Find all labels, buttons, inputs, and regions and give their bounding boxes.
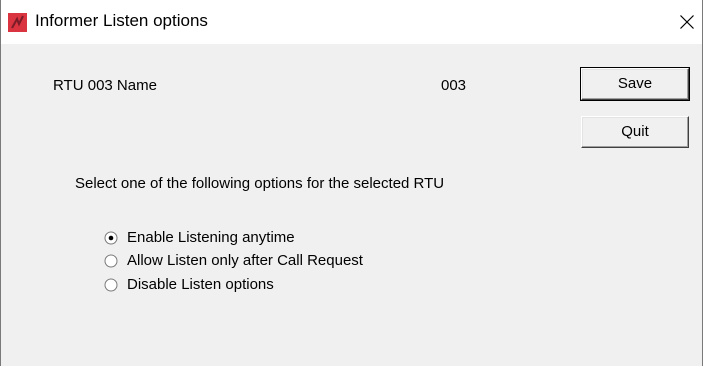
radio-button-icon[interactable]: [104, 231, 118, 245]
radio-button-icon[interactable]: [104, 254, 118, 268]
instruction-text: Select one of the following options for …: [75, 175, 445, 192]
dialog-window: Informer Listen options RTU 003 Name 003…: [0, 0, 703, 366]
save-button[interactable]: Save: [580, 67, 690, 101]
rtu-number: 003: [441, 77, 467, 94]
radio-option-label: Enable Listening anytime: [127, 229, 295, 246]
close-icon: [680, 15, 694, 29]
quit-button[interactable]: Quit: [581, 116, 689, 148]
informer-app-icon: [8, 13, 27, 32]
close-button[interactable]: [673, 8, 701, 36]
dialog-body: RTU 003 Name 003 Save Quit Select one of…: [1, 44, 702, 366]
radio-option-label: Allow Listen only after Call Request: [127, 252, 363, 269]
rtu-name-label: RTU 003 Name: [53, 77, 157, 94]
radio-button-icon[interactable]: [104, 278, 118, 292]
window-title: Informer Listen options: [35, 11, 208, 30]
title-bar: Informer Listen options: [1, 0, 702, 44]
radio-option-label: Disable Listen options: [127, 276, 274, 293]
